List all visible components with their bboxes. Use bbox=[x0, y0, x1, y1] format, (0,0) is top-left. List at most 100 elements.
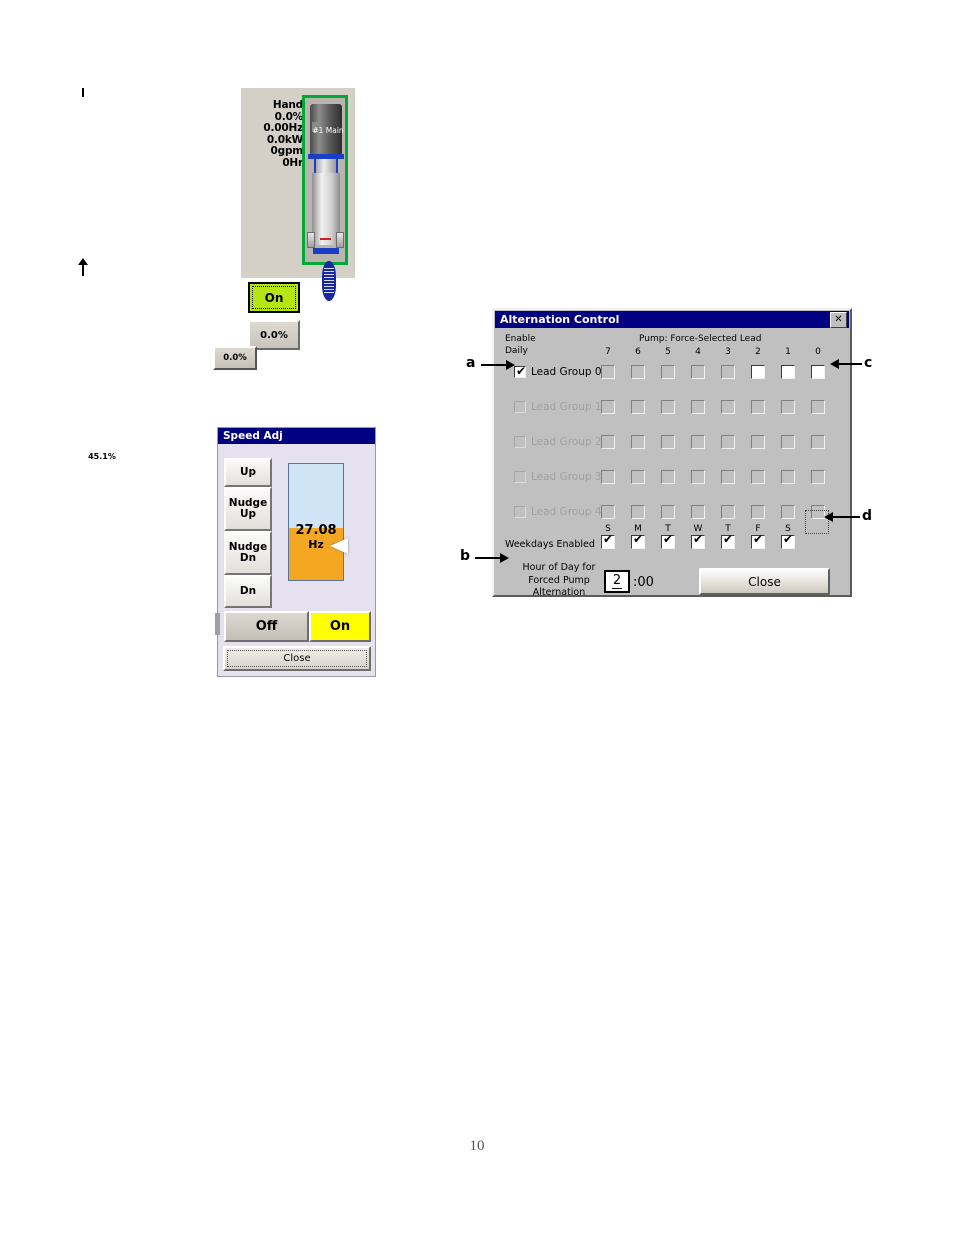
lead-group-3-pump-0-checkbox[interactable] bbox=[811, 470, 825, 484]
lead-group-0-pump-6-checkbox[interactable] bbox=[631, 365, 645, 379]
speed-adj-close-button[interactable]: Close bbox=[223, 646, 371, 671]
lead-group-0-pump-7-checkbox[interactable] bbox=[601, 365, 615, 379]
lead-group-4-enable-checkbox[interactable] bbox=[514, 506, 526, 518]
speed-nudge-up-button[interactable]: Nudge Up bbox=[224, 487, 272, 531]
lead-group-3-pump-5-checkbox[interactable] bbox=[661, 470, 675, 484]
lead-group-4-pump-1-checkbox[interactable] bbox=[781, 505, 795, 519]
lead-group-2-pump-0-checkbox[interactable] bbox=[811, 435, 825, 449]
lead-group-0-pump-4-checkbox[interactable] bbox=[691, 365, 705, 379]
lead-group-1-pump-0-checkbox[interactable] bbox=[811, 400, 825, 414]
pump-on-button[interactable]: On bbox=[248, 282, 300, 313]
lead-group-0-pump-5-checkbox[interactable] bbox=[661, 365, 675, 379]
callout-letter-b: b bbox=[460, 548, 471, 564]
speed-adj-close-label: Close bbox=[283, 653, 311, 664]
lead-group-4-pump-2-checkbox[interactable] bbox=[751, 505, 765, 519]
lead-group-2-pump-5-checkbox[interactable] bbox=[661, 435, 675, 449]
pump-indicator-line-icon bbox=[320, 238, 331, 240]
callout-c-line bbox=[838, 363, 862, 365]
close-icon[interactable]: ✕ bbox=[830, 311, 847, 328]
speed-gauge[interactable] bbox=[288, 463, 344, 581]
lead-group-2-pump-1-checkbox[interactable] bbox=[781, 435, 795, 449]
lead-group-1-enable-checkbox[interactable] bbox=[514, 401, 526, 413]
speed-down-button[interactable]: Dn bbox=[224, 575, 272, 608]
lead-group-1-pump-2-checkbox[interactable] bbox=[751, 400, 765, 414]
pump-runtime-readout: 0Hr bbox=[282, 156, 303, 169]
weekday-wed-tick-icon: ✔ bbox=[693, 532, 704, 546]
lead-group-0-pump-2-checkbox[interactable] bbox=[751, 365, 765, 379]
pump-mode-readout: Hand bbox=[272, 99, 303, 111]
weekday-checkbox-fri[interactable]: ✔ bbox=[751, 532, 765, 549]
lead-group-0-pump-1-checkbox[interactable] bbox=[781, 365, 795, 379]
speed-off-button[interactable]: Off bbox=[224, 611, 309, 642]
alternation-title-text: Alternation Control bbox=[500, 313, 620, 326]
callout-a-arrow-icon bbox=[506, 360, 515, 370]
lead-group-1-pump-4-checkbox[interactable] bbox=[691, 400, 705, 414]
lead-group-0-tick-icon: ✔ bbox=[516, 364, 527, 378]
weekday-sat-tick-icon: ✔ bbox=[783, 532, 794, 546]
lead-group-1-pump-6-checkbox[interactable] bbox=[631, 400, 645, 414]
alternation-control-dialog: Alternation Control ✕ Enable Daily Pump:… bbox=[492, 308, 852, 600]
lead-group-1-pump-3-checkbox[interactable] bbox=[721, 400, 735, 414]
lead-group-row-3: Lead Group 3 bbox=[494, 469, 850, 487]
pump-flange-left-icon bbox=[307, 232, 315, 248]
pump-name-label: #1 Main bbox=[312, 126, 344, 135]
lead-group-3-pump-1-checkbox[interactable] bbox=[781, 470, 795, 484]
weekday-sun-tick-icon: ✔ bbox=[603, 532, 614, 546]
lead-group-3-pump-4-checkbox[interactable] bbox=[691, 470, 705, 484]
speed-nudge-down-button[interactable]: Nudge Dn bbox=[224, 531, 272, 575]
lead-group-4-pump-5-checkbox[interactable] bbox=[661, 505, 675, 519]
hour-of-day-input[interactable]: 2 bbox=[604, 570, 630, 593]
lead-group-2-pump-7-checkbox[interactable] bbox=[601, 435, 615, 449]
weekday-thu-tick-icon: ✔ bbox=[723, 532, 734, 546]
lead-group-3-pump-7-checkbox[interactable] bbox=[601, 470, 615, 484]
lead-group-4-pump-6-checkbox[interactable] bbox=[631, 505, 645, 519]
alternation-titlebar[interactable]: Alternation Control ✕ bbox=[495, 311, 849, 328]
callout-b-line bbox=[475, 557, 501, 559]
lead-group-4-pump-4-checkbox[interactable] bbox=[691, 505, 705, 519]
lead-group-3-pump-6-checkbox[interactable] bbox=[631, 470, 645, 484]
standalone-speed-percent-button[interactable]: 0.0% bbox=[213, 346, 257, 370]
lead-group-1-pump-7-checkbox[interactable] bbox=[601, 400, 615, 414]
lead-group-3-pump-3-checkbox[interactable] bbox=[721, 470, 735, 484]
nudge-up-line2: Up bbox=[239, 508, 257, 520]
lead-group-0-enable-checkbox[interactable]: ✔ bbox=[514, 364, 527, 378]
lead-group-2-enable-checkbox[interactable] bbox=[514, 436, 526, 448]
speed-on-button[interactable]: On bbox=[309, 611, 371, 642]
lead-group-1-pump-5-checkbox[interactable] bbox=[661, 400, 675, 414]
pump-vessel-graphic[interactable]: #1 Main bbox=[302, 95, 348, 301]
lead-group-2-pump-3-checkbox[interactable] bbox=[721, 435, 735, 449]
pump-flow-arrow-icon bbox=[78, 258, 88, 265]
weekday-checkbox-thu[interactable]: ✔ bbox=[721, 532, 735, 549]
callout-d-line bbox=[832, 516, 860, 518]
speed-adj-scroll-nub[interactable] bbox=[215, 613, 220, 635]
hour-label-line1: Hour of Day for bbox=[522, 562, 596, 573]
pump-readout-list: Hand 0.0% 0.00Hz 0.0kW 0gpm 0Hr bbox=[243, 99, 303, 170]
lead-group-0-pump-3-checkbox[interactable] bbox=[721, 365, 735, 379]
lead-group-2-pump-2-checkbox[interactable] bbox=[751, 435, 765, 449]
lead-group-1-pump-1-checkbox[interactable] bbox=[781, 400, 795, 414]
speed-gauge-pointer-icon[interactable] bbox=[330, 538, 348, 554]
weekday-checkbox-tue[interactable]: ✔ bbox=[661, 532, 675, 549]
lead-group-4-pump-7-checkbox[interactable] bbox=[601, 505, 615, 519]
lead-group-4-pump-3-checkbox[interactable] bbox=[721, 505, 735, 519]
lead-group-3-pump-2-checkbox[interactable] bbox=[751, 470, 765, 484]
weekday-checkbox-mon[interactable]: ✔ bbox=[631, 533, 645, 549]
lead-group-0-pump-0-checkbox[interactable] bbox=[811, 365, 825, 379]
weekday-tue-tick-icon: ✔ bbox=[663, 532, 674, 546]
weekday-checkbox-sat[interactable]: ✔ bbox=[781, 532, 795, 549]
enable-daily-label: Enable Daily bbox=[505, 334, 536, 357]
weekday-checkbox-wed[interactable]: ✔ bbox=[691, 532, 705, 549]
pump-base-icon bbox=[313, 248, 339, 254]
lead-group-2-pump-6-checkbox[interactable] bbox=[631, 435, 645, 449]
weekdays-enabled-label: Weekdays Enabled bbox=[505, 539, 595, 550]
lead-group-row-0: ✔ Lead Group 0 bbox=[494, 364, 850, 382]
alternation-close-button[interactable]: Close bbox=[699, 568, 830, 595]
lead-group-2-pump-4-checkbox[interactable] bbox=[691, 435, 705, 449]
lead-group-3-enable-checkbox[interactable] bbox=[514, 471, 526, 483]
speed-percent-label: 45.1% bbox=[88, 452, 116, 461]
weekday-checkbox-sun[interactable]: ✔ bbox=[601, 532, 615, 549]
weekday-fri-tick-icon: ✔ bbox=[753, 532, 764, 546]
speed-adj-titlebar[interactable]: Speed Adj bbox=[218, 428, 375, 444]
speed-up-button[interactable]: Up bbox=[224, 458, 272, 487]
hour-of-day-label: Hour of Day for Forced Pump Alternation bbox=[509, 562, 609, 600]
